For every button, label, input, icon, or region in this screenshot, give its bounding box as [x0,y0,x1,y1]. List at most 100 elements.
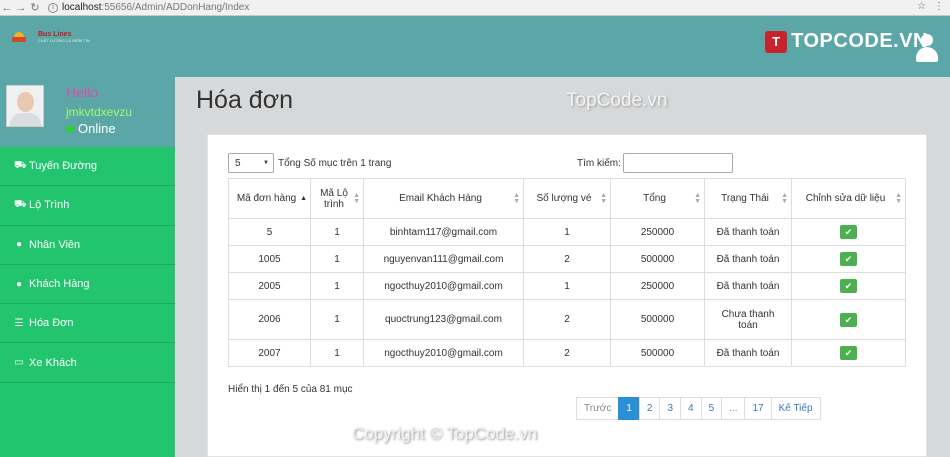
chevron-down-icon: ▼ [263,160,269,166]
pagination-page-1[interactable]: 1 [618,397,640,420]
sidebar-item-label: Tuyến Đường [29,160,97,173]
page-size-control: 5 ▼ Tổng Số mục trên 1 trang [228,153,391,173]
sidebar-item-lo-trinh[interactable]: ⛟ Lộ Trình [0,186,175,226]
table-header-row: Mã đơn hàng ▲ Mã Lộ trình ▲ ▼ Email Khách H… [228,178,906,219]
pagination-page-2[interactable]: 2 [638,397,661,420]
reload-icon[interactable]: ↻ [28,1,42,14]
table-row: 2005 1 ngocthuy2010@gmail.com 1 250000 Đ… [228,272,906,300]
cell-total: 500000 [610,339,705,367]
search-label: Tìm kiếm: [577,157,621,169]
invoice-table: Mã đơn hàng ▲ Mã Lộ trình ▲ ▼ Email Khách H… [228,178,906,367]
header-email[interactable]: Email Khách Hàng ▲ ▼ [363,178,524,219]
pagination-prev[interactable]: Trước [576,397,620,420]
sidebar-item-label: Hóa Đơn [29,317,74,330]
logo[interactable]: Bus Lines CHẤT LƯỢNG LÀ NIỀM TIN [12,30,90,44]
table-row: 2006 1 quoctrung123@gmail.com 2 500000 C… [228,299,906,340]
edit-check-icon[interactable]: ✔ [840,252,857,266]
sidebar-item-khach-hang[interactable]: ● Khách Hàng [0,265,175,305]
address-bar[interactable]: i localhost:55656/Admin/ADDonHang/Index [48,1,249,15]
pagination-page-5[interactable]: 5 [700,397,723,420]
header-so-luong-ve[interactable]: Số lượng vé ▲ ▼ [523,178,611,219]
logo-text: Bus Lines [38,31,72,38]
table-row: 5 1 binhtam117@gmail.com 1 250000 Đã tha… [228,218,906,246]
sidebar-item-xe-khach[interactable]: ▭ Xe Khách [0,343,175,383]
cell-total: 500000 [610,299,705,340]
cell-status: Đã thanh toán [704,245,792,273]
cell-ticket-count: 2 [523,245,611,273]
cell-order-id: 2005 [228,272,311,300]
pagination: Trước 1 2 3 4 5 ... 17 Kế Tiếp [576,397,821,420]
cell-route-id: 1 [310,299,364,340]
edit-check-icon[interactable]: ✔ [840,225,857,239]
cell-ticket-count: 1 [523,218,611,246]
page-title: Hóa đơn [196,86,294,114]
sort-asc-icon: ▲ [300,194,307,202]
cell-email: ngocthuy2010@gmail.com [363,339,524,367]
cell-email: quoctrung123@gmail.com [363,299,524,340]
header-ma-don-hang[interactable]: Mã đơn hàng ▲ [228,178,311,219]
pagination-page-17[interactable]: 17 [744,397,772,420]
cell-status: Đã thanh toán [704,272,792,300]
sidebar-item-nhan-vien[interactable]: ● Nhân Viên [0,226,175,265]
url-path: :55656/Admin/ADDonHang/Index [101,2,250,13]
user-profile: Hello jmkvtdxevzu Online [0,77,175,147]
back-icon[interactable]: ← [0,2,14,14]
page-size-value: 5 [235,157,241,169]
cell-email: nguyenvan111@gmail.com [363,245,524,273]
topcode-brand-text: TOPCODE.VN [791,30,928,52]
pagination-next[interactable]: Kế Tiếp [770,397,821,420]
topcode-watermark: TopCode.vn [566,90,668,111]
cell-total: 250000 [610,272,705,300]
cell-order-id: 2006 [228,299,311,340]
sort-icon: ▲ ▼ [694,191,701,205]
list-icon: ☰ [14,317,24,329]
page-size-select[interactable]: 5 ▼ [228,153,274,173]
sidebar-item-label: Nhân Viên [29,238,81,251]
logo-subtitle: CHẤT LƯỢNG LÀ NIỀM TIN [38,38,90,43]
header-ma-lo-trinh[interactable]: Mã Lộ trình ▲ ▼ [310,178,364,219]
online-dot-icon [66,124,74,133]
sort-icon: ▲ ▼ [513,191,520,205]
header-trang-thai[interactable]: Trạng Thái ▲ ▼ [704,178,792,219]
sidebar-item-tuyen-duong[interactable]: ⛟ Tuyến Đường [0,147,175,187]
cell-order-id: 5 [228,218,311,246]
cell-route-id: 1 [310,245,364,273]
header-tong[interactable]: Tổng ▲ ▼ [610,178,705,219]
edit-check-icon[interactable]: ✔ [840,346,857,360]
sort-icon: ▲ ▼ [353,191,360,205]
road-icon: ⛟ [14,159,27,171]
user-account-icon[interactable] [916,34,938,62]
edit-check-icon[interactable]: ✔ [840,279,857,293]
star-icon[interactable]: ☆ [917,1,926,12]
sidebar-item-label: Khách Hàng [29,278,90,291]
top-header: Bus Lines CHẤT LƯỢNG LÀ NIỀM TIN T TOPCO… [0,16,950,77]
search-control: Tìm kiếm: [577,153,733,173]
cell-route-id: 1 [310,339,364,367]
pagination-page-4[interactable]: 4 [680,397,702,420]
user-icon: ● [15,278,23,290]
pagination-page-3[interactable]: 3 [659,397,682,420]
cell-ticket-count: 2 [523,299,611,340]
forward-icon[interactable]: → [14,2,28,14]
sort-icon: ▲ ▼ [600,191,607,205]
sidebar-item-hoa-don[interactable]: ☰ Hóa Đơn [0,304,175,344]
cell-ticket-count: 1 [523,272,611,300]
edit-check-icon[interactable]: ✔ [840,312,857,327]
browser-toolbar: ← → ↻ i localhost:55656/Admin/ADDonHang/… [0,0,950,16]
topcode-badge: T [765,30,788,53]
route-icon: ⛟ [14,198,27,210]
header-chinh-sua[interactable]: Chỉnh sửa dữ liệu ▲ ▼ [791,178,906,219]
sort-icon: ▲ ▼ [781,191,788,205]
cell-edit: ✔ [791,218,906,246]
online-label: Online [78,121,116,136]
url-host: localhost [62,2,102,13]
info-icon[interactable]: i [48,2,58,13]
cell-edit: ✔ [791,272,906,300]
search-input[interactable] [622,153,733,173]
cell-route-id: 1 [310,218,364,246]
bus-logo-icon [12,30,34,44]
menu-icon[interactable]: ⋮ [934,1,944,12]
avatar [6,85,44,127]
cell-total: 250000 [610,218,705,246]
user-icon: ● [15,239,23,251]
